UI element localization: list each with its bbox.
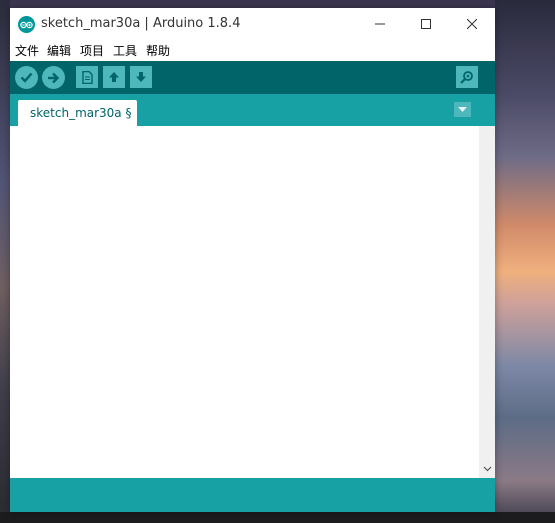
save-sketch-button[interactable] (130, 66, 152, 88)
close-button[interactable] (449, 8, 495, 40)
taskbar-edge (0, 512, 555, 523)
menu-bar: 文件 编辑 项目 工具 帮助 (10, 40, 495, 60)
tab-bar: sketch_mar30a § (10, 94, 495, 126)
tab-sketch[interactable]: sketch_mar30a § (18, 100, 138, 126)
vertical-scrollbar[interactable] (479, 126, 495, 478)
menu-tools[interactable]: 工具 (113, 42, 137, 59)
minimize-icon (375, 23, 385, 25)
upload-button[interactable] (42, 66, 65, 89)
menu-project[interactable]: 项目 (80, 42, 104, 59)
close-icon (467, 19, 477, 29)
new-sketch-button[interactable] (76, 66, 98, 88)
serial-monitor-button[interactable] (456, 66, 478, 88)
menu-edit[interactable]: 编辑 (47, 42, 71, 59)
scroll-down-button[interactable] (482, 464, 492, 474)
code-editor[interactable] (10, 126, 479, 478)
menu-file[interactable]: 文件 (15, 42, 39, 59)
save-icon (136, 72, 146, 82)
tab-menu-button[interactable] (454, 102, 471, 117)
open-sketch-button[interactable] (103, 66, 125, 88)
new-icon (81, 70, 93, 84)
minimize-button[interactable] (357, 8, 403, 40)
open-icon (109, 72, 119, 82)
console-status-area (10, 478, 495, 512)
upload-icon (48, 72, 60, 83)
desktop-background-right (495, 0, 555, 523)
tab-menu-icon (458, 106, 467, 112)
serial-monitor-icon (460, 71, 473, 84)
verify-icon (20, 72, 33, 83)
menu-help[interactable]: 帮助 (146, 42, 170, 59)
arduino-window: sketch_mar30a | Arduino 1.8.4 文件 编辑 项目 工… (10, 8, 495, 512)
chevron-down-icon (483, 466, 491, 472)
arduino-logo-icon (18, 16, 35, 33)
maximize-button[interactable] (403, 8, 449, 40)
scroll-track[interactable] (482, 128, 492, 458)
window-title: sketch_mar30a | Arduino 1.8.4 (41, 16, 241, 31)
desktop-background-left (0, 0, 10, 523)
maximize-icon (421, 19, 431, 29)
verify-button[interactable] (15, 66, 38, 89)
title-bar[interactable]: sketch_mar30a | Arduino 1.8.4 (10, 8, 495, 40)
toolbar (10, 61, 495, 94)
tab-label: sketch_mar30a § (30, 106, 132, 120)
